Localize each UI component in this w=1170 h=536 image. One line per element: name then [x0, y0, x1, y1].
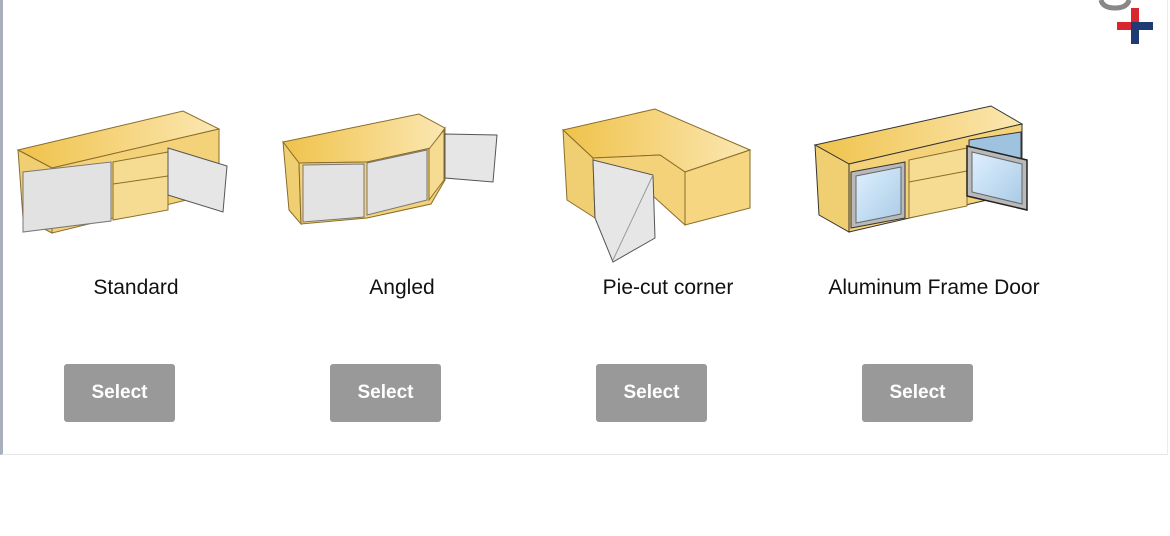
- product-card-angled: Angled Select: [269, 100, 535, 440]
- select-button-standard[interactable]: Select: [64, 364, 175, 422]
- aluminum-frame-cabinet-image: [813, 105, 1028, 233]
- product-label: Angled: [369, 276, 435, 299]
- select-button-pie-cut[interactable]: Select: [596, 364, 707, 422]
- select-button-aluminum-frame[interactable]: Select: [862, 364, 973, 422]
- angled-cabinet-image: [282, 113, 498, 226]
- select-button-angled[interactable]: Select: [330, 364, 441, 422]
- product-card-standard: Standard Select: [3, 100, 269, 440]
- product-label: Aluminum Frame Door: [828, 276, 1040, 299]
- product-card-aluminum-frame: Aluminum Frame Door Select: [801, 100, 1067, 440]
- product-card-pie-cut: Pie-cut corner Select: [535, 100, 801, 440]
- product-panel: Standard Select Angled Select Pie-cut co…: [0, 0, 1168, 455]
- product-label: Standard: [93, 276, 179, 299]
- standard-cabinet-image: [16, 110, 228, 234]
- product-label: Pie-cut corner: [602, 276, 734, 299]
- brand-logo-icon: [1098, 0, 1153, 44]
- pie-cut-cabinet-image: [561, 108, 752, 263]
